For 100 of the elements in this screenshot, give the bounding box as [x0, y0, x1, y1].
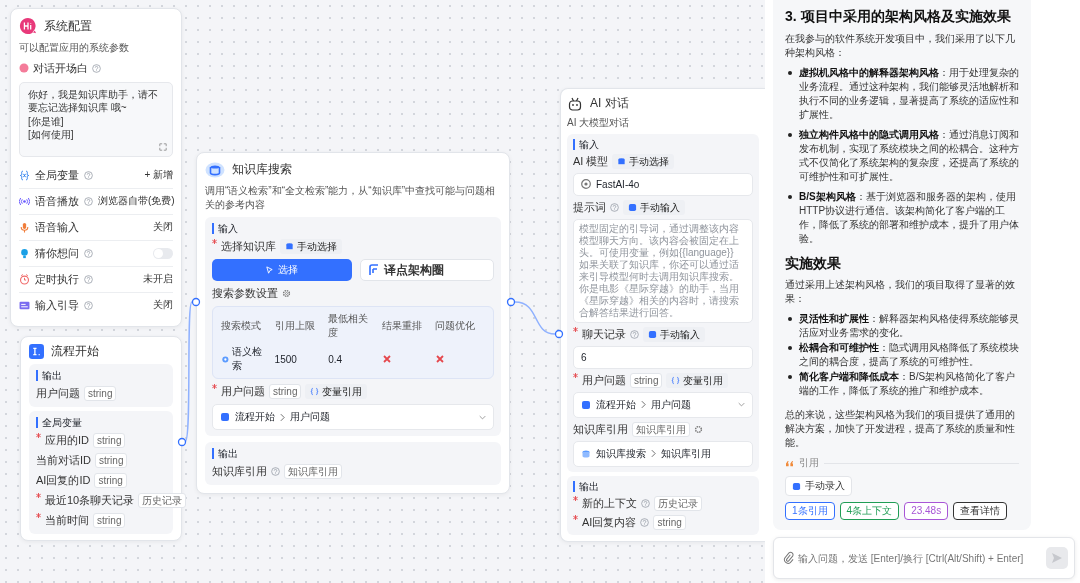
type-tag: string [95, 453, 128, 468]
quote-source[interactable]: 手动录入 [785, 476, 852, 496]
answer-heading: 3. 项目中采用的架构风格及实施效果 [785, 7, 1012, 26]
setting-value[interactable]: 浏览器自带(免费) [98, 194, 175, 208]
placeholder-line: 《星际穿越》相关的内容时，请搜索 [579, 294, 740, 307]
source-tag[interactable]: 变量引用 [666, 372, 729, 388]
variable-select[interactable]: 知识库搜索 知识库引用 [573, 440, 753, 467]
setting-value[interactable]: 未开启 [143, 272, 173, 286]
robot-icon [567, 95, 583, 112]
variable-path: 用户问题 [290, 410, 330, 424]
output-label: 知识库引用 [212, 464, 267, 479]
source-tag[interactable]: 手动选择 [612, 153, 675, 169]
connection-handle[interactable] [177, 437, 187, 447]
setting-label: 全局变量 [35, 167, 79, 183]
help-icon[interactable] [640, 517, 650, 527]
stat-tag[interactable]: 1条引用 [785, 502, 835, 520]
table-cell: 0.4 [328, 353, 343, 365]
output-label: AI回复内容 [582, 514, 637, 530]
section-title: 输入 [573, 138, 599, 150]
keyboard-icon [19, 299, 30, 311]
variable-path: 流程开始 [235, 410, 275, 424]
answer-bullet: 独立构件风格中的隐式调用风格：通过消息订阅和发布机制，实现了系统模块之间的松耦合。这种方式不仅简化了系统架构的复杂度，还提高了系统的可维护性和可扩展性。 [799, 128, 1019, 184]
paperclip-icon[interactable] [783, 551, 794, 564]
connection-handle[interactable] [506, 297, 516, 307]
document-icon [792, 481, 801, 491]
section-title: 全局变量 [36, 417, 82, 428]
help-icon[interactable] [84, 274, 93, 284]
variable-select[interactable]: 流程开始 用户问题 [212, 404, 494, 430]
select-button[interactable]: 选择 [212, 259, 352, 281]
edge-line[interactable] [184, 301, 193, 443]
stat-tag[interactable]: 23.48s [904, 502, 949, 520]
connection-handle[interactable] [191, 297, 201, 307]
knowledge-search-node[interactable]: 知识库搜索 调用“语义检索”和“全文检索”能力，从“知识库”中查找可能与问题相关的参考内容 输入 选择知识库 手动选择 选择 译点架构圈 搜索参数设置 搜索模式 引用上限 最低相关度 结果重排 问题优化 语义检索 1500 0.4 用户问题 string 变量引用 流程开始 用户问题 输出 知识库引用 知识库引用 [196, 152, 510, 494]
setting-label: 猜你想问 [35, 245, 79, 261]
chat-input-field[interactable]: 输入问题，发送 [Enter]/换行 [Ctrl(Alt/Shift) + Enter] [773, 537, 1075, 579]
system-config-node[interactable]: 系统配置 可以配置应用的系统参数 对话开场白 你好，我是知识库助手，请不要忘记选择知识库 哦~ [你是谁] [如何使用] 全局变量 + 新增 语音播放 浏览器自带(免费) 语音输入 关闭 猜你想问 定时执行 未开启 输入引导 关闭 [10, 8, 182, 327]
table-cell-text: 语义检索 [231, 345, 263, 373]
help-icon[interactable] [641, 498, 650, 508]
column-header: 问题优化 [435, 319, 477, 333]
dataset-name: 译点架构圈 [383, 261, 444, 279]
field-label: 对话开场白 [33, 60, 88, 76]
chevron-right-icon [280, 412, 285, 422]
field-label: 聊天记录 [582, 326, 626, 342]
field-label: 用户问题 [221, 384, 265, 399]
search-mode-icon [221, 354, 230, 364]
history-count-field[interactable]: 6 [573, 345, 753, 369]
source-tag[interactable]: 变量引用 [305, 384, 368, 399]
source-icon [648, 329, 657, 339]
hi-logo-icon [19, 17, 37, 35]
chat-bubble-icon [19, 63, 29, 73]
ai-chat-node[interactable] [560, 88, 765, 542]
node-description: 可以配置应用的系统参数 [19, 41, 130, 55]
placeholder-line: 合解答结果进行回答。 [579, 306, 680, 319]
type-tag: string [653, 514, 686, 530]
setting-value[interactable]: 关闭 [153, 298, 173, 312]
help-icon[interactable] [84, 196, 93, 206]
setting-label: 定时执行 [35, 271, 79, 287]
placeholder-line: 模型聊天方向。该内容会被固定在上 [579, 234, 740, 247]
help-icon[interactable] [610, 202, 619, 212]
source-icon [310, 387, 320, 396]
setting-label: 语音播放 [35, 193, 79, 209]
database-icon [581, 448, 591, 459]
help-icon[interactable] [84, 248, 93, 258]
help-icon[interactable] [271, 467, 280, 476]
node-title: AI 对话 [590, 95, 629, 112]
flow-start-icon [581, 399, 591, 410]
settings-icon[interactable] [694, 424, 703, 434]
help-icon[interactable] [84, 170, 93, 180]
help-icon[interactable] [630, 329, 639, 339]
selected-dataset[interactable]: 译点架构圈 [359, 259, 494, 281]
connection-handle[interactable] [554, 329, 564, 339]
answer-bullet: 松耦合和可维护性：隐式调用风格降低了系统模块之间的耦合度，提高了系统的可维护性。 [799, 341, 1019, 369]
table-cell: 1500 [274, 353, 297, 365]
settings-icon[interactable] [282, 289, 291, 298]
type-tag: 历史记录 [654, 495, 702, 511]
source-tag[interactable]: 手动输入 [643, 326, 705, 342]
send-button[interactable] [1046, 547, 1068, 569]
help-icon[interactable] [92, 63, 101, 73]
type-tag: string [269, 384, 302, 399]
help-icon[interactable] [84, 300, 93, 310]
flow-start-icon [220, 412, 230, 422]
model-select[interactable]: FastAI-4o [573, 172, 753, 196]
welcome-text-field[interactable]: 你好，我是知识库助手，请不要忘记选择知识库 哦~ [你是谁] [如何使用] [19, 81, 173, 157]
answer-bullet: 灵活性和扩展性：解释器架构风格使得系统能够灵活应对业务需求的变化。 [799, 312, 1019, 340]
source-tag[interactable]: 手动输入 [623, 199, 685, 215]
edge-line[interactable] [514, 301, 556, 335]
caret-icon [479, 414, 486, 420]
stat-tag[interactable]: 查看详情 [953, 502, 1008, 520]
column-header: 最低相关度 [328, 312, 370, 340]
dataset-logo-icon [368, 264, 379, 276]
section-title: 输出 [36, 370, 62, 381]
placeholder-line: 你是电影《星际穿越》的助手，当用 [579, 282, 740, 295]
setting-value[interactable]: + 新增 [144, 168, 173, 182]
setting-value[interactable]: 关闭 [153, 220, 173, 234]
expand-icon[interactable] [159, 142, 167, 151]
bullet-icon [788, 375, 792, 379]
source-tag[interactable]: 手动选择 [280, 239, 342, 254]
model-logo-icon [581, 179, 591, 189]
stat-tag[interactable]: 4条上下文 [839, 502, 900, 520]
variable-select[interactable]: 流程开始 用户问题 [573, 391, 753, 418]
